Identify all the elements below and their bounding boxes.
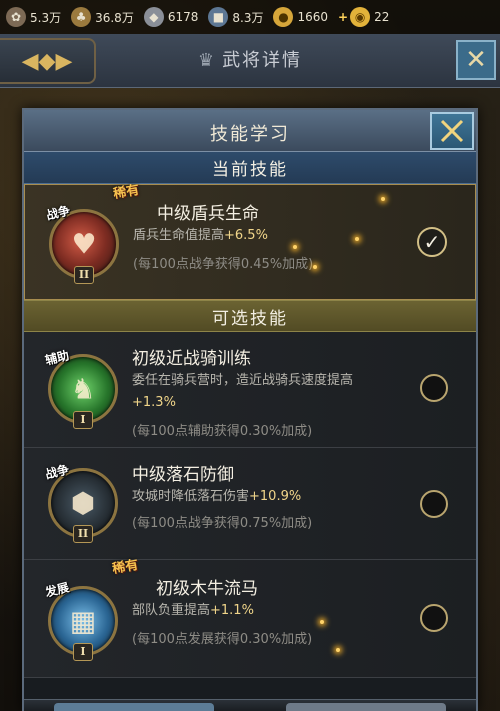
skill-level-badge: II [73, 525, 93, 543]
page-title: ♛ 武将详情 [197, 50, 303, 71]
copper-icon: ● [273, 7, 294, 27]
skill-icon: ♥ 战争 II [45, 203, 119, 284]
skill-description: 攻城时降低落石伤害+10.9% [132, 489, 302, 504]
skill-type-tag: 战争 [44, 203, 72, 223]
close-icon: ✕ [465, 45, 487, 75]
resource-value: 1660 [297, 10, 329, 24]
iron-icon: ■ [208, 7, 229, 27]
dialog-close-button[interactable] [430, 112, 474, 150]
wood-icon: ♣ [71, 7, 92, 27]
close-icon [440, 119, 464, 143]
page-header: ◀◆▶ ♛ 武将详情 ✕ [0, 34, 500, 88]
cavalry-icon: ♞ [70, 372, 96, 406]
skill-note: (每100点战争获得0.75%加成) [132, 516, 313, 531]
skill-option-row[interactable]: ♞ 辅助 I 初级近战骑训练 委任在骑兵营时，造近战骑兵速度提高 +1.3% (每… [24, 332, 476, 448]
skill-description: 盾兵生命值提高+6.5% [133, 228, 268, 243]
rock-icon: ⬢ [70, 486, 96, 520]
resource-bar: ✿ 5.3万 ♣ 36.8万 ◆ 6178 ■ 8.3万 ● 1660 + ◉ … [0, 0, 500, 34]
plus-icon[interactable]: + [338, 10, 348, 24]
resource-copper: ● 1660 [273, 7, 328, 27]
select-radio[interactable] [420, 490, 448, 518]
learn-button[interactable] [54, 703, 214, 711]
current-skill-row[interactable]: ♥ 战争 II 稀有 中级盾兵生命 盾兵生命值提高+6.5% (每100点战争获… [24, 183, 476, 300]
resource-value: 36.8万 [95, 10, 134, 25]
skill-icon: ♞ 辅助 I [44, 348, 118, 429]
resource-gold[interactable]: + ◉ 22 [338, 7, 389, 27]
resource-food: ✿ 5.3万 [6, 7, 61, 27]
skill-option-row[interactable]: ▦ 发展 I 稀有 初级木牛流马 部队负重提高+1.1% (每100点发展获得0… [24, 558, 476, 678]
cancel-button[interactable] [286, 703, 446, 711]
shield-heart-icon: ♥ [71, 227, 97, 261]
cart-icon: ▦ [69, 604, 97, 638]
skill-name: 中级落石防御 [132, 465, 234, 485]
skill-note: (每100点发展获得0.30%加成) [132, 632, 313, 647]
sparkle [320, 620, 324, 624]
resource-value: 5.3万 [30, 10, 62, 25]
skill-learning-dialog: 技能学习 当前技能 ♥ 战争 II 稀有 中级盾兵生命 盾兵生命值提高+6.5%… [22, 108, 478, 711]
gold-icon: ◉ [350, 7, 371, 27]
skill-level-badge: I [73, 411, 93, 429]
skill-type-tag: 辅助 [43, 348, 71, 368]
skill-type-tag: 发展 [43, 580, 71, 600]
skill-level-badge: I [73, 643, 93, 661]
resource-iron: ■ 8.3万 [208, 7, 263, 27]
selected-check[interactable]: ✓ [417, 227, 447, 257]
skill-note: (每100点辅助获得0.30%加成) [132, 424, 313, 439]
skill-name: 中级盾兵生命 [157, 204, 259, 224]
sparkle [355, 237, 359, 241]
optional-skills-header: 可选技能 [24, 300, 476, 332]
skill-description: 委任在骑兵营时，造近战骑兵速度提高 +1.3% [132, 373, 354, 410]
skill-note: (每100点战争获得0.45%加成) [133, 257, 314, 272]
dialog-title: 技能学习 [210, 124, 290, 145]
resource-wood: ♣ 36.8万 [71, 7, 134, 27]
current-skill-header: 当前技能 [24, 152, 476, 184]
skill-icon: ⬢ 战争 II [44, 462, 118, 543]
sparkle [381, 197, 385, 201]
resource-value: 22 [374, 10, 390, 24]
skill-name: 初级木牛流马 [156, 579, 258, 599]
select-radio[interactable] [420, 604, 448, 632]
skill-icon: ▦ 发展 I [44, 580, 118, 661]
resource-value: 6178 [167, 10, 199, 24]
resource-stone: ◆ 6178 [143, 7, 199, 27]
skill-description: 部队负重提高+1.1% [132, 603, 254, 618]
rare-tag: 稀有 [111, 557, 140, 578]
skill-type-tag: 战争 [43, 462, 71, 482]
back-arrow-icon: ◀◆▶ [21, 48, 73, 74]
dialog-footer [24, 699, 476, 711]
back-button[interactable]: ◀◆▶ [0, 38, 96, 84]
resource-value: 8.3万 [232, 10, 264, 25]
stone-icon: ◆ [143, 7, 164, 27]
skill-option-row[interactable]: ⬢ 战争 II 中级落石防御 攻城时降低落石伤害+10.9% (每100点战争获… [24, 448, 476, 560]
crown-icon: ♛ [197, 50, 217, 71]
skill-name: 初级近战骑训练 [132, 349, 251, 369]
rare-tag: 稀有 [112, 182, 141, 203]
dialog-header: 技能学习 [24, 110, 476, 152]
sparkle [336, 648, 340, 652]
sparkle [313, 265, 317, 269]
page-close-button[interactable]: ✕ [456, 40, 496, 80]
sparkle [293, 245, 297, 249]
food-icon: ✿ [6, 7, 26, 27]
select-radio[interactable] [420, 374, 448, 402]
skill-level-badge: II [74, 266, 94, 284]
